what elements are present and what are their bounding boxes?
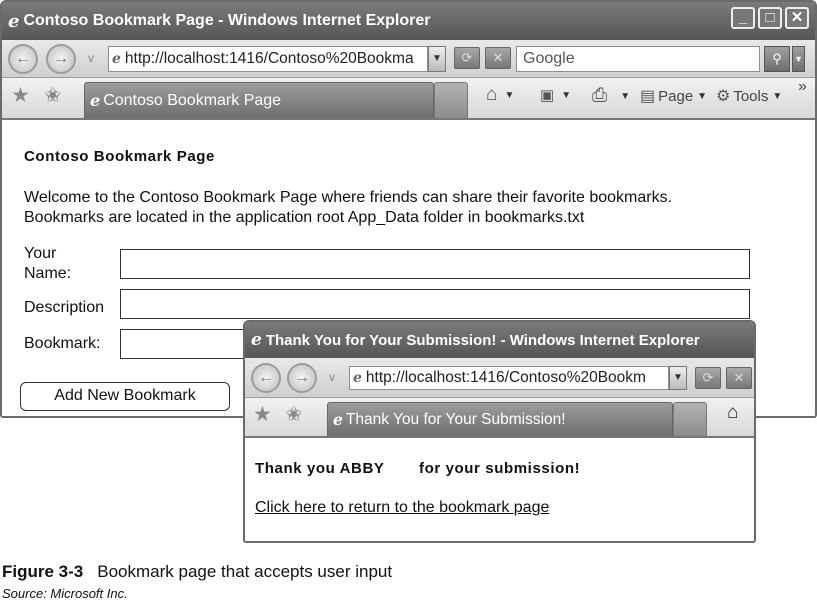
popup-nav-bar: ← → v e http://localhost:1416/Contoso%20…	[245, 358, 754, 398]
welcome-line-1: Welcome to the Contoso Bookmark Page whe…	[24, 189, 673, 206]
popup-ie-logo-icon: e	[251, 330, 262, 350]
popup-address-dropdown-button[interactable]: ▼	[669, 366, 687, 390]
welcome-line-2: Bookmarks are located in the application…	[24, 209, 585, 226]
popup-home-icon: ⌂	[727, 402, 739, 423]
popup-tab-bar: ★ ✬ e Thank You for Your Submission! ⌂	[245, 398, 754, 438]
feeds-button[interactable]: ▣ ▼	[540, 86, 571, 104]
popup-home-button[interactable]: ⌂	[727, 402, 741, 424]
refresh-icon[interactable]: ⟳	[454, 47, 480, 69]
popup-stop-icon[interactable]: ✕	[726, 367, 752, 389]
popup-new-tab-button[interactable]	[673, 402, 707, 436]
page-menu-label: Page	[658, 87, 694, 105]
address-dropdown-button[interactable]: ▼	[428, 46, 446, 72]
history-dropdown-icon[interactable]: v	[88, 51, 94, 65]
search-placeholder: Google	[523, 50, 575, 67]
more-commands-chevron[interactable]: »	[798, 78, 807, 96]
thank-you-suffix: for your submission!	[419, 460, 581, 477]
new-tab-button[interactable]	[434, 82, 468, 118]
popup-history-dropdown-icon[interactable]: v	[329, 370, 335, 384]
description-field[interactable]	[120, 289, 750, 319]
bookmark-label: Bookmark:	[24, 335, 101, 352]
popup-address-url: http://localhost:1416/Contoso%20Bookm	[365, 369, 646, 386]
your-name-field[interactable]	[120, 249, 750, 279]
popup-page-icon-address: e	[353, 370, 362, 386]
print-button[interactable]: ⎙ ▼	[592, 85, 630, 107]
tools-icon: ⚙	[716, 88, 731, 105]
maximize-button[interactable]: □	[758, 7, 782, 29]
address-url: http://localhost:1416/Contoso%20Bookma	[124, 50, 414, 67]
popup-tab-thank-you[interactable]: e Thank You for Your Submission!	[327, 402, 673, 436]
popup-title-bar: e Thank You for Your Submission! - Windo…	[245, 322, 754, 358]
popup-forward-icon[interactable]: →	[287, 363, 317, 393]
tab-contoso-bookmark-page[interactable]: e Contoso Bookmark Page	[84, 82, 434, 118]
back-icon[interactable]: ←	[8, 44, 38, 74]
popup-tab-ie-icon: e	[333, 410, 343, 429]
page-heading: Contoso Bookmark Page	[24, 148, 215, 165]
favorites-star-icon[interactable]: ★	[11, 83, 30, 108]
main-tab-bar: ★ ✬ e Contoso Bookmark Page ⌂ ▼ ▣ ▼ ⎙ ▼ ▤ P…	[2, 78, 815, 120]
popup-page-content: Thank you ABBY for your submission! Clic…	[245, 438, 754, 541]
figure-number: Figure 3-3	[2, 562, 84, 581]
feeds-icon: ▣	[540, 87, 555, 104]
tab-label: Contoso Bookmark Page	[103, 91, 282, 109]
your-name-label-line2: Name:	[24, 265, 72, 282]
popup-add-favorites-icon[interactable]: ✬	[285, 402, 303, 427]
page-icon-address: e	[112, 51, 121, 67]
tools-menu[interactable]: ⚙ Tools ▼	[716, 86, 782, 106]
popup-address-bar[interactable]: e http://localhost:1416/Contoso%20Bookm	[349, 366, 669, 390]
popup-refresh-icon[interactable]: ⟳	[695, 367, 721, 389]
address-bar[interactable]: e http://localhost:1416/Contoso%20Bookma	[108, 46, 428, 72]
figure-source: Source: Microsoft Inc.	[2, 586, 128, 601]
popup-back-icon[interactable]: ←	[251, 363, 281, 393]
add-favorites-icon[interactable]: ✬	[44, 83, 62, 108]
page-menu[interactable]: ▤ Page ▼	[640, 86, 707, 106]
tab-ie-icon: e	[90, 91, 101, 110]
minimize-button[interactable]: _	[731, 7, 755, 29]
thank-you-message: Thank you ABBY for your submission!	[255, 460, 580, 477]
window-controls: _ □ ✕	[731, 7, 809, 29]
thank-you-prefix: Thank you ABBY	[255, 460, 385, 477]
main-nav-bar: ← → v e http://localhost:1416/Contoso%20…	[2, 40, 815, 78]
tools-menu-label: Tools	[733, 87, 769, 105]
home-icon: ⌂	[486, 84, 498, 105]
search-icon[interactable]: ⚲	[764, 46, 790, 72]
figure-caption: Figure 3-3 Bookmark page that accepts use…	[2, 562, 392, 582]
ie-logo-icon: e	[8, 10, 20, 32]
forward-icon[interactable]: →	[46, 44, 76, 74]
popup-window-title: Thank You for Your Submission! - Windows…	[265, 331, 700, 349]
search-options-button[interactable]: ▼	[792, 46, 805, 72]
stop-icon[interactable]: ✕	[485, 47, 511, 69]
page-icon: ▤	[640, 88, 656, 105]
add-new-bookmark-button[interactable]: Add New Bookmark	[20, 382, 230, 411]
popup-browser-window: e Thank You for Your Submission! - Windo…	[243, 320, 756, 543]
figure-caption-text: Bookmark page that accepts user input	[97, 562, 393, 581]
your-name-label-line1: Your	[24, 245, 57, 262]
description-label: Description	[24, 299, 105, 316]
main-title-bar: e Contoso Bookmark Page - Windows Intern…	[2, 2, 815, 40]
main-window-title: Contoso Bookmark Page - Windows Internet…	[23, 12, 431, 29]
search-input[interactable]: Google	[516, 46, 760, 72]
popup-tab-label: Thank You for Your Submission!	[345, 410, 566, 428]
return-to-bookmark-link[interactable]: Click here to return to the bookmark pag…	[255, 499, 549, 517]
home-button[interactable]: ⌂ ▼	[486, 84, 514, 106]
popup-favorites-star-icon[interactable]: ★	[253, 402, 272, 427]
close-button[interactable]: ✕	[785, 7, 809, 29]
print-icon: ⎙	[592, 85, 608, 106]
